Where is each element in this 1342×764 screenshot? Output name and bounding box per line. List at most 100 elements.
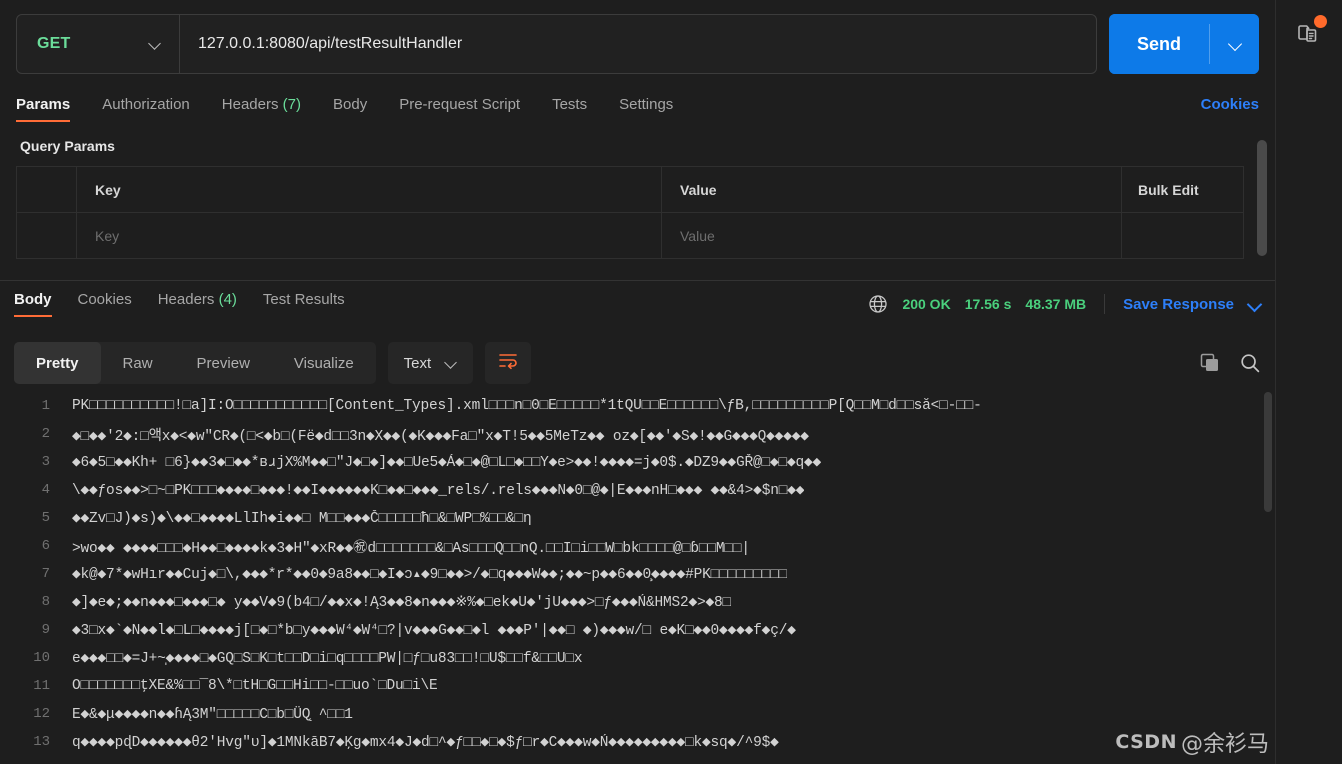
copy-icon[interactable] [1199, 352, 1221, 374]
line-text: ◆k@◆7*◆wHır◆◆Cuj◆□\,◆◆◆*r*◆◆0◆9a8◆◆□◆I◆ɔ… [72, 566, 788, 583]
code-line: 4 \◆◆ƒos◆◆>□~□PK□□□◆◆◆◆□◆◆◆!◆◆I◆◆◆◆◆◆K□◆… [0, 476, 1275, 504]
response-time: 17.56 s [964, 296, 1012, 312]
tab-label: Test Results [262, 291, 345, 308]
line-number: 1 [41, 398, 50, 414]
notification-badge [1314, 15, 1327, 28]
response-tab-test-results[interactable]: Test Results [263, 291, 345, 317]
row-value-cell[interactable]: Value [662, 213, 1122, 258]
code-line: 12 E◆&◆μ◆◆◆◆n◆◆ɦĄ3M"□□□□□C□b□ÜQ̨ ^□□1 [0, 700, 1275, 728]
tab-body[interactable]: Body [333, 96, 367, 122]
status-badge: 200 OK [902, 296, 951, 312]
body-toolbar-icons [1199, 352, 1261, 374]
line-text: q◆◆◆◆pɖD◆◆◆◆◆◆θ2'Hvg"υ]◆1MNkāB7◆Ķg◆mx4◆J… [72, 734, 779, 751]
view-mode-pretty[interactable]: Pretty [14, 342, 101, 384]
chevron-down-icon [149, 38, 161, 50]
header-checkbox-cell [17, 167, 77, 212]
tab-label: Authorization [102, 96, 190, 113]
tab-pre-request-script[interactable]: Pre-request Script [399, 96, 520, 122]
code-line: 1 PK□□□□□□□□□□!□a]I:O□□□□□□□□□□□[Content… [0, 392, 1275, 420]
code-line: 9 ◆3□x◆`◆N◆◆l◆□L□◆◆◆◆j[□◆□*b□y◆◆◆W⁴◆W⁴□?… [0, 616, 1275, 644]
response-body-viewer[interactable]: 1 PK□□□□□□□□□□!□a]I:O□□□□□□□□□□□[Content… [0, 392, 1275, 764]
row-checkbox-cell[interactable] [17, 213, 77, 258]
table-row[interactable]: Key Value [17, 213, 1243, 259]
response-tab-body[interactable]: Body [14, 291, 52, 317]
code-line: 8 ◆]◆e◆;◆◆n◆◆◆□◆◆◆□◆ y◆◆V◆9(b4□/◆◆x◆ǃĄ3◆… [0, 588, 1275, 616]
bulk-edit-button[interactable]: Bulk Edit [1138, 182, 1199, 198]
format-label: Text [403, 354, 432, 372]
tab-count: (7) [282, 96, 301, 113]
tab-authorization[interactable]: Authorization [102, 96, 190, 122]
tab-tests[interactable]: Tests [552, 96, 587, 122]
line-number: 13 [33, 734, 50, 750]
response-meta: 200 OK 17.56 s 48.37 MB Save Response [868, 294, 1261, 314]
line-text: ◆6◆5□◆◆Kh+ □6}◆◆3◆□◆◆*ʙɹjX%M◆◆□"J◆□◆]◆◆□… [72, 454, 822, 471]
line-number: 6 [41, 538, 50, 554]
value-input[interactable]: Value [680, 228, 715, 244]
code-line: 10 e◆◆◆□□◆=J+~̩◆◆◆◆□◆GQ□S□K□t□□D□i□q□□□□… [0, 644, 1275, 672]
view-mode-visualize[interactable]: Visualize [272, 342, 376, 384]
response-size: 48.37 MB [1025, 296, 1087, 312]
cookies-link[interactable]: Cookies [1201, 96, 1259, 122]
line-text: >wo◆◆ ◆◆◆◆□□□◆H◆◆□◆◆◆◆k◆3◆H"◆xR◆◆㊗d□□□□□… [72, 540, 750, 557]
line-text: O□□□□□□□ţXE&%□□‾8\*□tH□G□□Hi□□-□□uo`□Du□… [72, 678, 438, 694]
line-number: 4 [41, 482, 50, 498]
line-number: 9 [41, 622, 50, 638]
response-body-scrollbar[interactable] [1264, 392, 1272, 512]
tab-label: Cookies [77, 291, 132, 308]
code-line: 13 q◆◆◆◆pɖD◆◆◆◆◆◆θ2'Hvg"υ]◆1MNkāB7◆Ķg◆mx… [0, 728, 1275, 756]
request-tabs: Params Authorization Headers (7) Body Pr… [0, 88, 1275, 130]
documentation-icon[interactable] [1289, 14, 1329, 54]
chevron-down-icon[interactable] [1248, 298, 1261, 311]
tab-label: Headers [221, 96, 279, 113]
url-box: GET 127.0.0.1:8080/api/testResultHandler [16, 14, 1097, 74]
key-input[interactable]: Key [95, 228, 119, 244]
column-header-key: Key [95, 181, 121, 198]
line-text: ◆□◆◆'2◆:□액x◆<◆w"CR◆(□<◆b□(Fë◆d□□3n◆X◆◆(◆… [72, 428, 809, 445]
row-key-cell[interactable]: Key [77, 213, 662, 258]
postman-window: GET 127.0.0.1:8080/api/testResultHandler… [0, 0, 1342, 764]
table-header-row: Key Value Bulk Edit [17, 167, 1243, 213]
line-text: ◆3□x◆`◆N◆◆l◆□L□◆◆◆◆j[□◆□*b□y◆◆◆W⁴◆W⁴□?|v… [72, 622, 796, 639]
view-mode-preview[interactable]: Preview [175, 342, 272, 384]
header-key-cell: Key [77, 167, 662, 212]
line-text: e◆◆◆□□◆=J+~̩◆◆◆◆□◆GQ□S□K□t□□D□i□q□□□□PW|… [72, 650, 583, 667]
tab-params[interactable]: Params [16, 96, 71, 122]
tab-label: Body [14, 291, 52, 308]
line-text: ◆]◆e◆;◆◆n◆◆◆□◆◆◆□◆ y◆◆V◆9(b4□/◆◆x◆ǃĄ3◆◆8… [72, 594, 732, 611]
method-label: GET [37, 35, 71, 52]
header-value-cell: Value [662, 167, 1122, 212]
main-column: GET 127.0.0.1:8080/api/testResultHandler… [0, 0, 1275, 764]
query-params-scrollbar[interactable] [1257, 140, 1267, 256]
query-params-section: Query Params Key Value Bulk Edit Key Val… [0, 130, 1275, 259]
response-tab-cookies[interactable]: Cookies [78, 291, 132, 317]
tab-headers[interactable]: Headers (7) [222, 96, 301, 122]
query-params-table: Key Value Bulk Edit Key Value [16, 166, 1244, 259]
query-params-title: Query Params [20, 138, 115, 154]
line-text: E◆&◆μ◆◆◆◆n◆◆ɦĄ3M"□□□□□C□b□ÜQ̨ ^□□1 [72, 706, 353, 723]
word-wrap-icon [498, 352, 518, 375]
line-number: 10 [33, 650, 50, 666]
url-input[interactable]: 127.0.0.1:8080/api/testResultHandler [180, 15, 1096, 73]
save-response-button[interactable]: Save Response [1123, 296, 1234, 313]
view-mode-raw[interactable]: Raw [101, 342, 175, 384]
tab-label: Headers [157, 291, 215, 308]
search-icon[interactable] [1239, 352, 1261, 374]
line-number: 2 [41, 426, 50, 442]
method-selector[interactable]: GET [17, 15, 180, 73]
line-number: 8 [41, 594, 50, 610]
format-selector[interactable]: Text [387, 342, 474, 384]
line-number: 7 [41, 566, 50, 582]
code-line: 7 ◆k@◆7*◆wHır◆◆Cuj◆□\,◆◆◆*r*◆◆0◆9a8◆◆□◆I… [0, 560, 1275, 588]
tab-settings[interactable]: Settings [619, 96, 673, 122]
right-sidebar [1275, 0, 1342, 764]
line-number: 11 [33, 678, 50, 694]
request-url-row: GET 127.0.0.1:8080/api/testResultHandler… [0, 0, 1275, 88]
view-mode-group: Pretty Raw Preview Visualize [14, 342, 376, 384]
send-options-button[interactable] [1210, 14, 1259, 74]
word-wrap-button[interactable] [485, 342, 532, 384]
code-line: 11 O□□□□□□□ţXE&%□□‾8\*□tH□G□□Hi□□-□□uo`□… [0, 672, 1275, 700]
response-tab-headers[interactable]: Headers (4) [158, 291, 237, 317]
line-text: ◆◆Zv□J)◆s)◆\◆◆□◆◆◆◆LlIh◆i◆◆□ M□□◆◆◆Č□□□□… [72, 510, 532, 527]
code-line: 6 >wo◆◆ ◆◆◆◆□□□◆H◆◆□◆◆◆◆k◆3◆H"◆xR◆◆㊗d□□□… [0, 532, 1275, 560]
send-button[interactable]: Send [1109, 14, 1209, 74]
